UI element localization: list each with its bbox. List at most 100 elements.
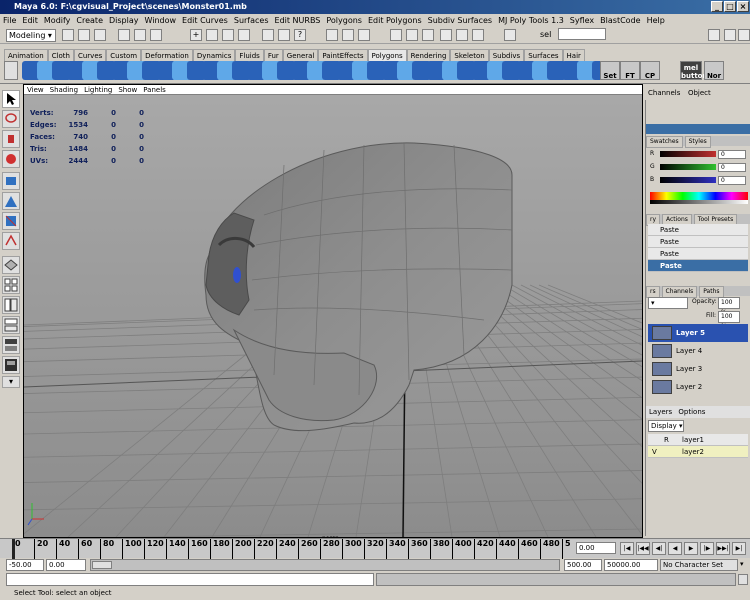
select-object-icon[interactable] xyxy=(134,29,146,41)
select-component-icon[interactable] xyxy=(150,29,162,41)
menu-edit-polygons[interactable]: Edit Polygons xyxy=(365,14,425,27)
panel-menu-shading[interactable]: Shading xyxy=(47,85,81,95)
construction-icon[interactable] xyxy=(278,29,290,41)
menu-window[interactable]: Window xyxy=(142,14,180,27)
layer-row[interactable]: Layer 3 xyxy=(648,360,748,378)
close-button[interactable]: × xyxy=(737,1,749,12)
channel-box-icon[interactable] xyxy=(738,29,750,41)
panel-menu-lighting[interactable]: Lighting xyxy=(81,85,115,95)
layer-reference-toggle[interactable]: R xyxy=(664,434,669,446)
range-bar[interactable] xyxy=(90,559,560,571)
display-layer-row[interactable]: Rlayer1 xyxy=(648,434,748,446)
character-set-arrow-icon[interactable]: ▾ xyxy=(740,560,748,570)
shader-icon[interactable] xyxy=(422,29,434,41)
paint-icon[interactable] xyxy=(390,29,402,41)
mel-command-field[interactable] xyxy=(6,573,374,586)
script-editor-icon[interactable] xyxy=(738,574,748,585)
select-hierarchy-icon[interactable] xyxy=(118,29,130,41)
menu-mj-poly-tools-1-3[interactable]: MJ Poly Tools 1.3 xyxy=(495,14,567,27)
menu-display[interactable]: Display xyxy=(106,14,142,27)
action-item[interactable]: Paste xyxy=(648,236,748,248)
rgb-slider[interactable] xyxy=(660,164,716,170)
sel-field[interactable] xyxy=(558,28,606,40)
select-tool-icon[interactable] xyxy=(2,90,20,108)
magnet-icon[interactable] xyxy=(456,29,468,41)
step-forward-frame-icon[interactable]: |▶ xyxy=(700,542,714,555)
open-scene-icon[interactable] xyxy=(78,29,90,41)
action-item[interactable]: Paste xyxy=(648,260,748,272)
panel-menu-show[interactable]: Show xyxy=(115,85,140,95)
rgb-slider[interactable] xyxy=(660,177,716,183)
time-slider[interactable]: 0 20 40 60 80 100 120 140 160 180 200 220 240 260 280 3… xyxy=(0,538,750,559)
play-forward-icon[interactable]: ▶ xyxy=(684,542,698,555)
input-field-icon[interactable] xyxy=(504,29,516,41)
object-tab[interactable]: Object xyxy=(683,89,711,97)
styles-tab[interactable]: Styles xyxy=(684,136,711,148)
fill-field[interactable]: 100 % xyxy=(718,311,740,330)
layer-visibility-toggle[interactable]: V xyxy=(652,446,657,458)
maximize-button[interactable]: □ xyxy=(724,1,736,12)
save-scene-icon[interactable] xyxy=(94,29,106,41)
current-time-marker[interactable] xyxy=(12,539,15,559)
render-globals-icon[interactable] xyxy=(358,29,370,41)
go-to-start-icon[interactable]: |◀ xyxy=(620,542,634,555)
snap-curve-icon[interactable] xyxy=(206,29,218,41)
shelf-button-set[interactable]: Set xyxy=(600,61,620,80)
mode-select[interactable]: Modeling ▾ xyxy=(6,29,56,42)
layer-row[interactable]: Layer 5 xyxy=(648,324,748,342)
menu-syflex[interactable]: Syflex xyxy=(567,14,597,27)
manipulator-tool-icon[interactable] xyxy=(2,212,20,230)
layer-row[interactable]: Layer 2 xyxy=(648,378,748,396)
move-tool-icon[interactable] xyxy=(2,150,20,168)
shelf-button-nor[interactable]: Nor xyxy=(704,61,724,80)
panel-menu-panels[interactable]: Panels xyxy=(140,85,169,95)
menu-subdiv-surfaces[interactable]: Subdiv Surfaces xyxy=(425,14,495,27)
paint-select-tool-icon[interactable] xyxy=(2,130,20,148)
step-back-key-icon[interactable]: |◀◀ xyxy=(636,542,650,555)
grab-icon[interactable] xyxy=(406,29,418,41)
four-view-icon[interactable] xyxy=(2,276,20,294)
end-time-field[interactable]: 50000.00 xyxy=(604,559,658,571)
rgb-value-field[interactable]: 0 xyxy=(718,176,746,185)
blend-mode-select[interactable]: ▾ xyxy=(648,297,688,309)
character-set-select[interactable]: No Character Set xyxy=(660,559,738,571)
rgb-value-field[interactable]: 0 xyxy=(718,163,746,172)
lasso-tool-icon[interactable] xyxy=(2,110,20,128)
rotate-tool-icon[interactable] xyxy=(2,172,20,190)
display-layer-row[interactable]: Vlayer2 xyxy=(648,446,748,458)
menu-file[interactable]: File xyxy=(0,14,19,27)
scene-view[interactable]: Verts: 796 0 0 Edges: 1534 0 0 Faces: 740 0 0 Tris: 1… xyxy=(19,95,750,542)
go-to-end-icon[interactable]: ▶| xyxy=(732,542,746,555)
menu-edit-curves[interactable]: Edit Curves xyxy=(179,14,231,27)
current-frame-field[interactable]: 0.00 xyxy=(576,542,616,554)
new-scene-icon[interactable] xyxy=(62,29,74,41)
range-handle[interactable] xyxy=(92,561,112,569)
opacity-field[interactable]: 100 % xyxy=(718,297,740,316)
layers-menu[interactable]: Layers xyxy=(646,408,672,416)
action-item[interactable]: Paste xyxy=(648,248,748,260)
step-back-frame-icon[interactable]: ◀| xyxy=(652,542,666,555)
panel-menu-view[interactable]: View xyxy=(24,85,47,95)
menu-blastcode[interactable]: BlastCode xyxy=(597,14,643,27)
hypershade-icon[interactable] xyxy=(2,336,20,354)
menu-modify[interactable]: Modify xyxy=(41,14,74,27)
play-backward-icon[interactable]: ◀ xyxy=(668,542,682,555)
display-select[interactable]: Display ▾ xyxy=(648,420,684,432)
flag-icon[interactable] xyxy=(440,29,452,41)
persp-graph-icon[interactable] xyxy=(2,316,20,334)
snap-grid-icon[interactable]: + xyxy=(190,29,202,41)
rgb-value-field[interactable]: 0 xyxy=(718,150,746,159)
action-item[interactable]: Paste xyxy=(648,224,748,236)
single-view-icon[interactable] xyxy=(2,256,20,274)
swatches-tab[interactable]: Swatches xyxy=(646,136,683,148)
snap-point-icon[interactable] xyxy=(222,29,234,41)
playback-end-field[interactable]: 500.00 xyxy=(564,559,602,571)
shelf-menu-button[interactable] xyxy=(4,61,18,80)
tool-settings-icon[interactable] xyxy=(724,29,736,41)
layout-icon[interactable] xyxy=(2,356,20,374)
viewport[interactable]: View Shading Lighting Show Panels Verts:… xyxy=(19,84,750,542)
playback-start-field[interactable]: 0.00 xyxy=(46,559,86,571)
menu-edit-nurbs[interactable]: Edit NURBS xyxy=(272,14,324,27)
minimize-button[interactable]: _ xyxy=(711,1,723,12)
start-time-field[interactable]: -50.00 xyxy=(6,559,44,571)
